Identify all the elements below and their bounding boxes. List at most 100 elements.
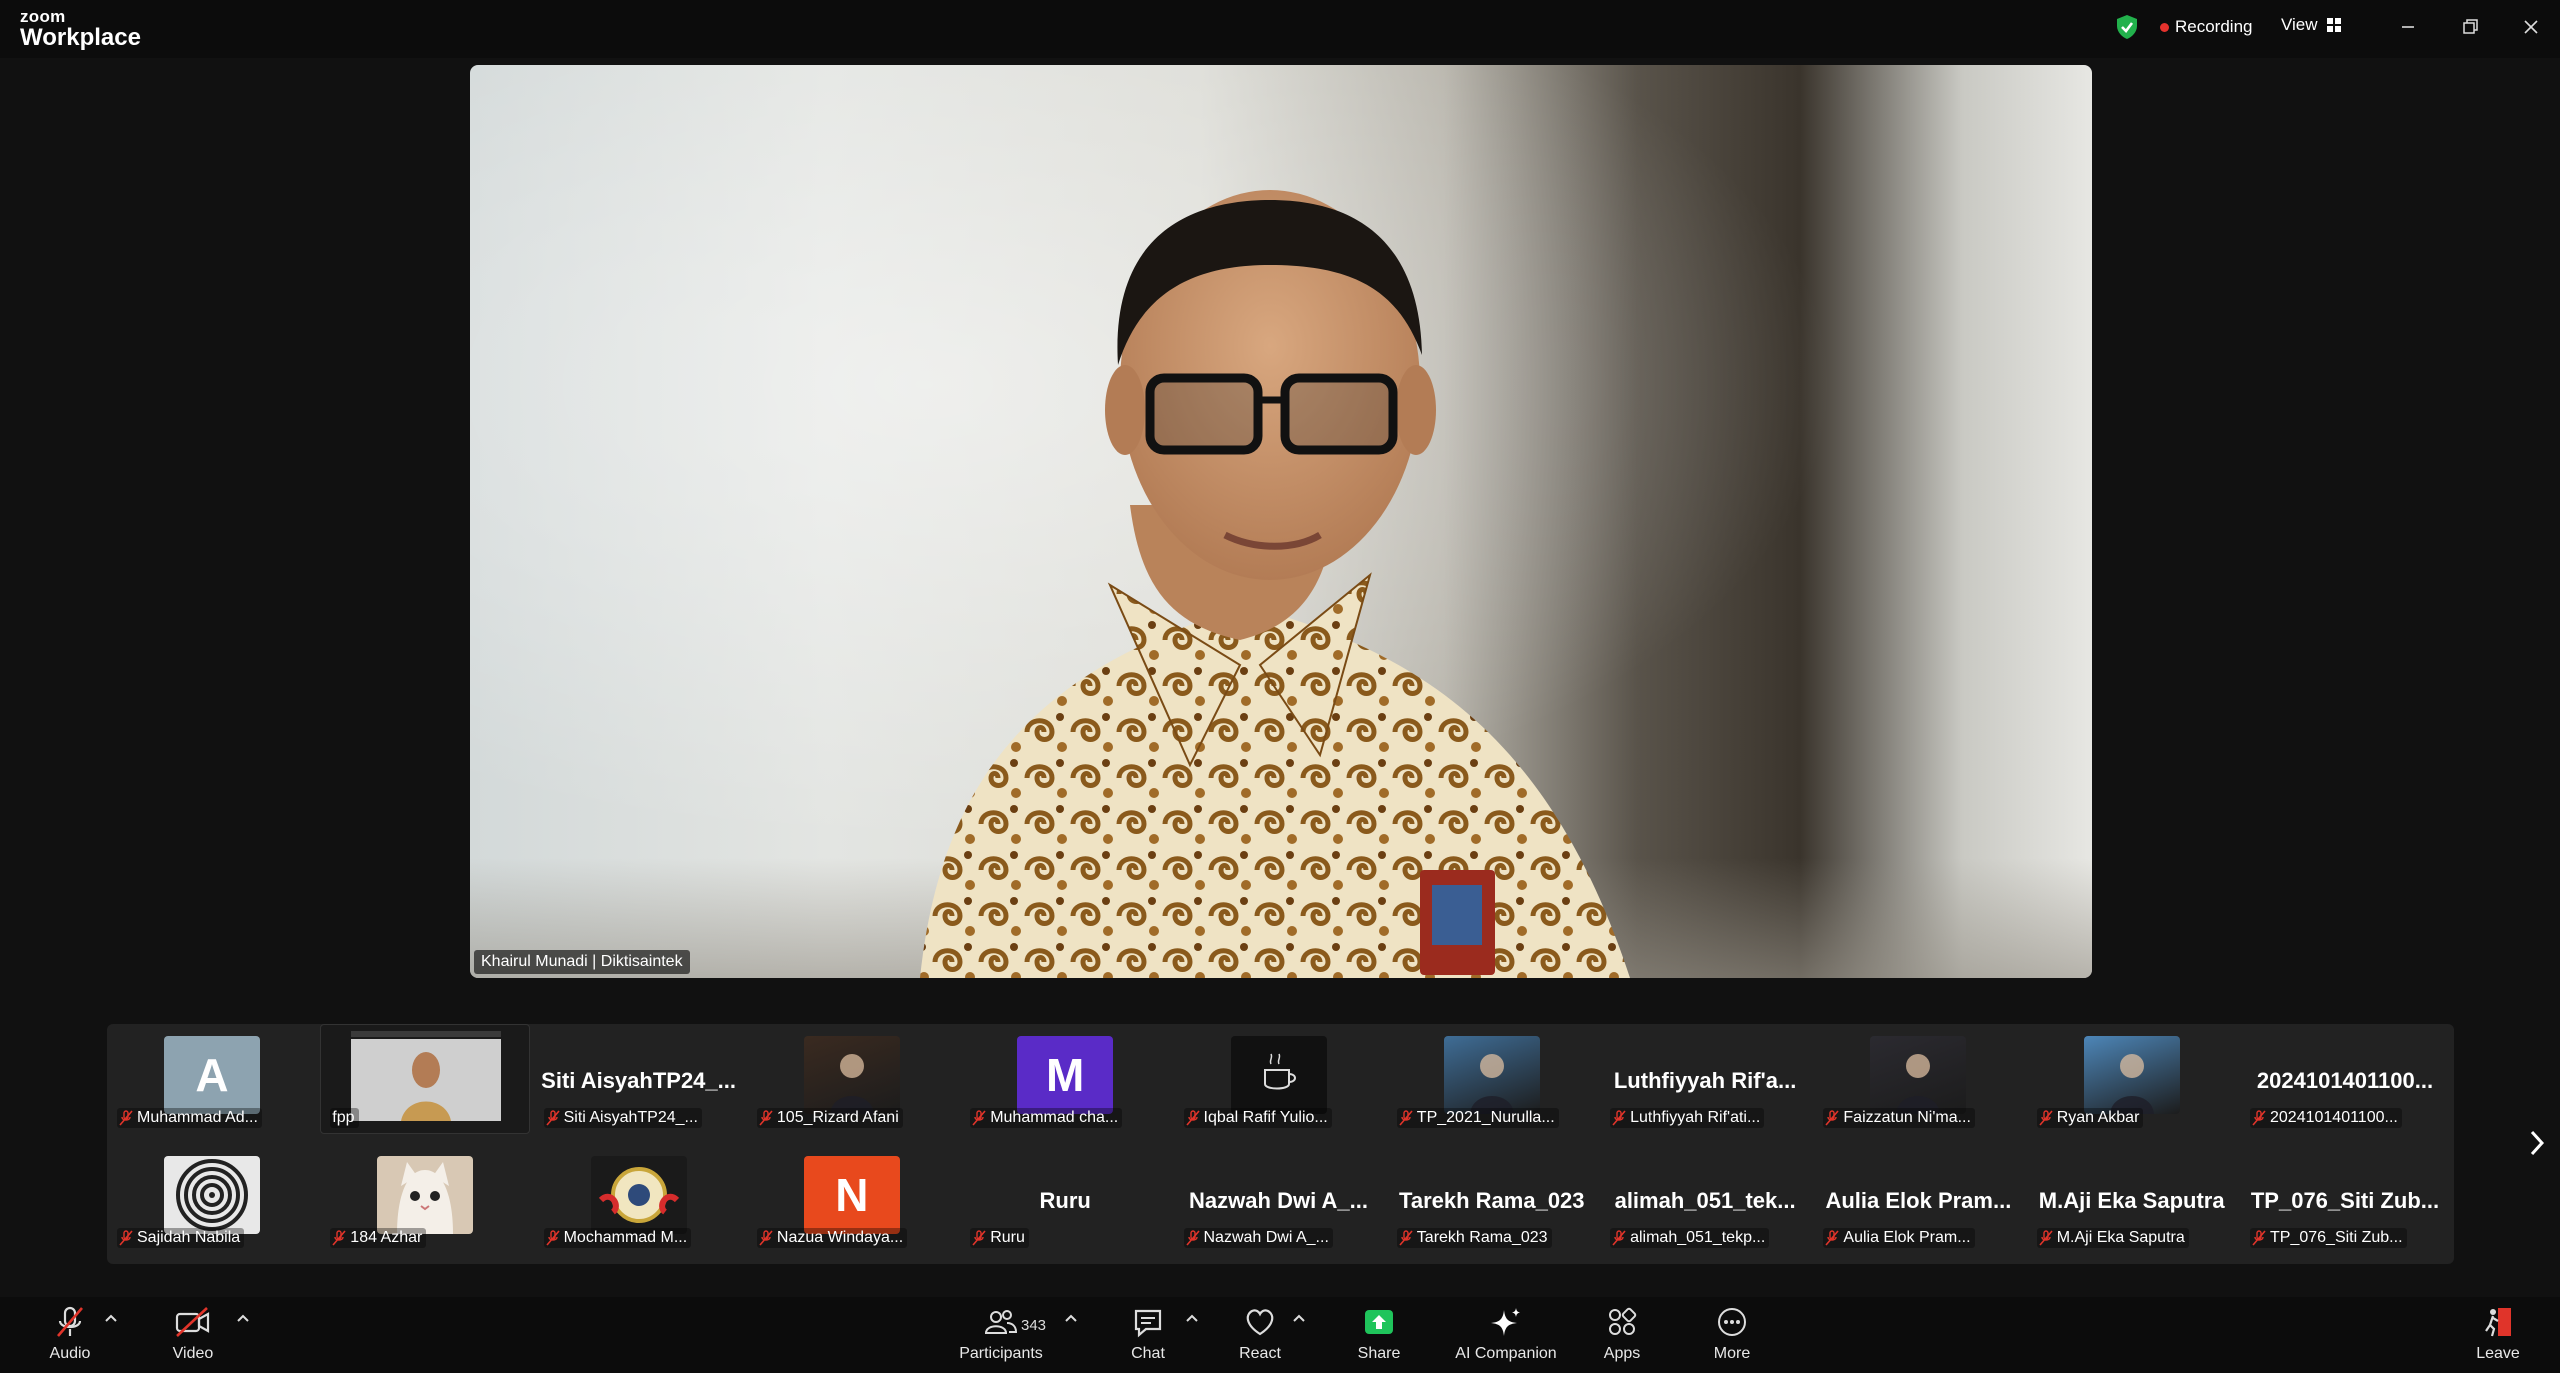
react-button[interactable]: React [1234, 1305, 1286, 1363]
muted-mic-icon [1399, 1230, 1413, 1246]
participant-tile[interactable]: M Muhammad cha... [960, 1024, 1170, 1134]
participant-tile[interactable]: A Muhammad Ad... [107, 1024, 317, 1134]
participant-photo [1870, 1036, 1967, 1114]
participant-gallery-strip: A Muhammad Ad... fpp Siti AisyahTP24_... Sit… [107, 1024, 2454, 1264]
emblem-avatar [590, 1156, 687, 1234]
minimize-icon[interactable] [2393, 12, 2423, 42]
muted-mic-icon [119, 1110, 133, 1126]
participant-tile[interactable]: TP_076_Siti Zub... TP_076_Siti Zub... [2240, 1144, 2450, 1254]
participants-options-caret-icon[interactable] [1064, 1313, 1078, 1323]
meeting-toolbar: Audio Video Participants 343 Chat React … [0, 1297, 2560, 1373]
muted-mic-icon [2252, 1110, 2266, 1126]
react-label: React [1239, 1345, 1281, 1362]
chat-options-caret-icon[interactable] [1185, 1313, 1199, 1323]
participant-name: Sajidah Nabila [137, 1229, 241, 1246]
share-button[interactable]: Share [1353, 1305, 1405, 1363]
participant-display-name: Siti AisyahTP24_... [541, 1068, 736, 1093]
participant-name-label: Faizzatun Ni'ma... [1823, 1108, 1975, 1128]
restore-icon[interactable] [2455, 12, 2485, 42]
view-button[interactable]: View [2281, 15, 2342, 35]
apps-grid-icon [1609, 1307, 1637, 1335]
video-camera-off-icon [175, 1307, 210, 1337]
participant-name-label: Tarekh Rama_023 [1396, 1228, 1552, 1248]
cat-avatar [377, 1156, 474, 1234]
participant-name: Ryan Akbar [2056, 1109, 2140, 1126]
participant-tile[interactable]: Nazwah Dwi A_... Nazwah Dwi A_... [1174, 1144, 1384, 1254]
participant-tile[interactable]: Siti AisyahTP24_... Siti AisyahTP24_... [534, 1024, 744, 1134]
leave-button[interactable]: Leave [2473, 1305, 2523, 1363]
more-button[interactable]: More [1706, 1305, 1758, 1363]
apps-button[interactable]: Apps [1596, 1305, 1648, 1363]
participant-name-label: Siti AisyahTP24_... [543, 1108, 702, 1128]
participant-tile[interactable]: fpp [320, 1024, 531, 1134]
participant-tile[interactable]: Aulia Elok Pram... Aulia Elok Pram... [1813, 1144, 2023, 1254]
microphone-muted-icon [57, 1306, 83, 1337]
participant-tile[interactable]: N Nazua Windaya... [747, 1144, 957, 1254]
gallery-grid-icon [2326, 18, 2341, 32]
participant-tile[interactable]: Tarekh Rama_023 Tarekh Rama_023 [1387, 1144, 1597, 1254]
apps-label: Apps [1603, 1345, 1641, 1362]
avatar-letter: A [195, 1049, 229, 1101]
participants-count: 343 [1021, 1317, 1047, 1334]
react-options-caret-icon[interactable] [1292, 1313, 1306, 1323]
participant-tile[interactable]: 2024101401100... 2024101401100... [2240, 1024, 2450, 1134]
participant-display-name: M.Aji Eka Saputra [2038, 1188, 2225, 1213]
avatar-letter: N [835, 1169, 869, 1221]
avatar-letter: M [1046, 1049, 1085, 1101]
participant-name-label: Mochammad M... [543, 1228, 692, 1248]
participant-display-name: Nazwah Dwi A_... [1189, 1188, 1368, 1213]
participant-name: alimah_051_tekp... [1630, 1229, 1766, 1246]
participant-name: Ruru [990, 1229, 1025, 1246]
participant-name-label: Luthfiyyah Rif'ati... [1610, 1108, 1765, 1128]
participant-name-label: Aulia Elok Pram... [1823, 1228, 1975, 1248]
coffee-cup-avatar [1230, 1036, 1327, 1114]
participant-name: Muhammad Ad... [137, 1109, 258, 1126]
encryption-shield-icon[interactable] [2115, 14, 2139, 40]
participant-name-label: Ryan Akbar [2036, 1108, 2144, 1128]
participant-display-name: Tarekh Rama_023 [1399, 1188, 1585, 1213]
audio-options-caret-icon[interactable] [104, 1313, 118, 1323]
participant-tile[interactable]: Sajidah Nabila [107, 1144, 317, 1254]
participant-tile[interactable]: 184 Azhar [320, 1144, 530, 1254]
active-speaker-video[interactable]: Khairul Munadi | Diktisaintek [470, 65, 2092, 978]
participant-tile[interactable]: Mochammad M... [534, 1144, 744, 1254]
speaker-name-tag: Khairul Munadi | Diktisaintek [474, 950, 690, 974]
participant-name: fpp [332, 1109, 355, 1126]
audio-button[interactable]: Audio [44, 1305, 96, 1363]
video-options-caret-icon[interactable] [236, 1313, 250, 1323]
participants-button[interactable]: Participants [955, 1305, 1047, 1363]
participant-name-label: Ruru [970, 1228, 1029, 1248]
muted-mic-icon [1185, 1110, 1200, 1126]
video-button[interactable]: Video [167, 1305, 219, 1363]
recording-label: Recording [2175, 17, 2253, 36]
participant-name-label: Nazua Windaya... [756, 1228, 908, 1248]
participant-tile[interactable]: Ruru Ruru [960, 1144, 1170, 1254]
muted-mic-icon [759, 1230, 773, 1246]
participant-tile[interactable]: M.Aji Eka Saputra M.Aji Eka Saputra [2027, 1144, 2237, 1254]
participant-name: Tarekh Rama_023 [1416, 1229, 1548, 1246]
muted-mic-icon [545, 1110, 560, 1126]
participant-tile[interactable]: alimah_051_tek... alimah_051_tekp... [1600, 1144, 1810, 1254]
participant-tile[interactable]: 105_Rizard Afani [747, 1024, 957, 1134]
participant-tile[interactable]: Faizzatun Ni'ma... [1813, 1024, 2023, 1134]
ai-companion-button[interactable]: AI Companion [1450, 1305, 1562, 1363]
close-icon[interactable] [2516, 12, 2546, 42]
recording-dot-icon [2160, 22, 2169, 32]
muted-mic-icon [2039, 1110, 2053, 1126]
ai-sparkle-icon [1491, 1308, 1520, 1336]
participant-tile[interactable]: Luthfiyyah Rif'a... Luthfiyyah Rif'ati... [1600, 1024, 1810, 1134]
participant-tile[interactable]: Iqbal Rafif Yulio... [1174, 1024, 1384, 1134]
participant-name-label: M.Aji Eka Saputra [2036, 1228, 2189, 1248]
muted-mic-icon [2252, 1230, 2266, 1246]
chat-button[interactable]: Chat [1122, 1305, 1174, 1363]
share-label: Share [1357, 1345, 1401, 1362]
participants-icon [984, 1310, 1018, 1334]
participant-tile[interactable]: Ryan Akbar [2027, 1024, 2237, 1134]
participant-name: Aulia Elok Pram... [1843, 1229, 1971, 1246]
recording-indicator[interactable]: Recording [2160, 17, 2253, 37]
participant-tile[interactable]: TP_2021_Nurulla... [1387, 1024, 1597, 1134]
chevron-right-icon[interactable] [2527, 1128, 2547, 1158]
participant-name: 184 Azhar [350, 1229, 423, 1246]
muted-mic-icon [972, 1110, 986, 1126]
participant-name: 2024101401100... [2270, 1109, 2398, 1126]
